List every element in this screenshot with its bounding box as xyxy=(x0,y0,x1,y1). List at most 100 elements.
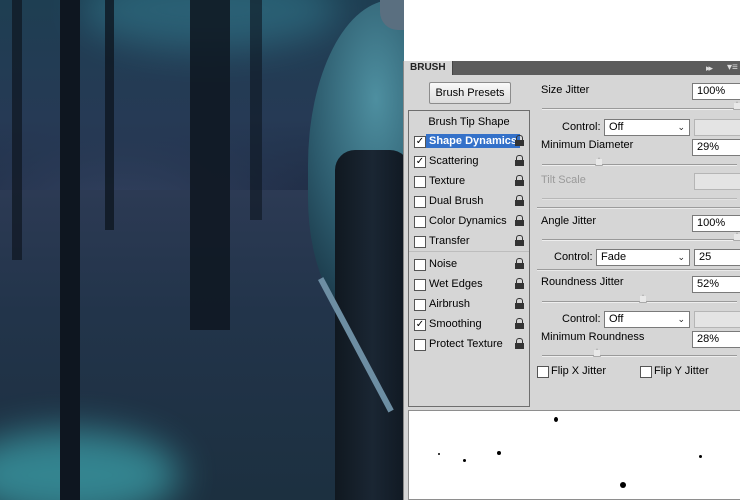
canvas-tree xyxy=(190,0,230,330)
lock-body xyxy=(515,240,524,246)
size-jitter-slider-thumb[interactable] xyxy=(733,101,740,110)
section-divider xyxy=(537,207,740,209)
lock-icon[interactable] xyxy=(515,155,524,166)
option-wet-edges[interactable]: Wet Edges xyxy=(409,274,529,294)
option-checkbox[interactable] xyxy=(414,216,426,228)
lock-icon[interactable] xyxy=(515,318,524,329)
roundness-control-value: Off xyxy=(609,313,624,325)
option-checkbox[interactable]: ✓ xyxy=(414,136,426,148)
collapse-panel-icon[interactable]: ▸▸ xyxy=(706,62,713,74)
option-label: Protect Texture xyxy=(429,338,503,350)
tilt-scale-slider-track xyxy=(542,198,737,200)
preview-brush-dot xyxy=(699,455,702,458)
panel-tab-bar: BRUSH ▸▸ ▾≡ xyxy=(404,61,740,75)
option-checkbox[interactable] xyxy=(414,259,426,271)
flip-x-jitter-label: Flip X Jitter xyxy=(551,365,607,377)
brush-stroke-preview xyxy=(408,410,740,500)
lock-body xyxy=(515,220,524,226)
option-airbrush[interactable]: Airbrush xyxy=(409,294,529,314)
tab-brush[interactable]: BRUSH xyxy=(404,61,453,75)
size-control-field xyxy=(694,119,740,136)
minimum-diameter-slider-thumb[interactable] xyxy=(594,157,603,166)
lock-icon[interactable] xyxy=(515,195,524,206)
chevron-down-icon: ⌄ xyxy=(677,252,685,262)
option-dual-brush[interactable]: Dual Brush xyxy=(409,191,529,211)
lock-icon[interactable] xyxy=(515,135,524,146)
angle-fade-steps[interactable]: 25 xyxy=(694,249,740,266)
option-checkbox[interactable] xyxy=(414,279,426,291)
lock-icon[interactable] xyxy=(515,258,524,269)
lock-icon[interactable] xyxy=(515,338,524,349)
panel-menu-icon[interactable]: ▾≡ xyxy=(727,62,738,74)
brush-panel: BRUSH ▸▸ ▾≡ Brush Presets Brush Tip Shap… xyxy=(403,61,740,500)
tilt-scale-value xyxy=(694,173,740,190)
document-canvas[interactable] xyxy=(0,0,404,500)
canvas-tree xyxy=(250,0,262,220)
option-checkbox[interactable]: ✓ xyxy=(414,319,426,331)
minimum-roundness-slider-track[interactable] xyxy=(542,355,737,357)
lock-body xyxy=(515,180,524,186)
section-divider xyxy=(537,269,740,271)
brush-options-list: Brush Tip Shape ✓ Shape Dynamics ✓ Scatteri… xyxy=(408,110,530,407)
minimum-diameter-label: Minimum Diameter xyxy=(541,139,634,151)
preview-brush-dot xyxy=(438,453,440,455)
lock-body xyxy=(515,343,524,349)
tilt-scale-label: Tilt Scale xyxy=(541,174,586,186)
option-shape-dynamics[interactable]: ✓ Shape Dynamics xyxy=(409,131,529,151)
angle-jitter-slider-thumb[interactable] xyxy=(733,232,740,241)
option-label: Airbrush xyxy=(429,298,470,310)
option-scattering[interactable]: ✓ Scattering xyxy=(409,151,529,171)
minimum-roundness-value[interactable]: 28% xyxy=(692,331,740,348)
minimum-roundness-slider-thumb[interactable] xyxy=(592,348,601,357)
flip-x-jitter-checkbox[interactable] xyxy=(537,366,549,378)
option-label: Wet Edges xyxy=(429,278,483,290)
brush-presets-button[interactable]: Brush Presets xyxy=(429,82,511,104)
angle-jitter-value[interactable]: 100% xyxy=(692,215,740,232)
size-control-select[interactable]: Off ⌄ xyxy=(604,119,690,136)
chevron-down-icon: ⌄ xyxy=(677,122,685,132)
minimum-diameter-slider-track[interactable] xyxy=(542,164,737,166)
option-transfer[interactable]: Transfer xyxy=(409,231,529,251)
roundness-jitter-value[interactable]: 52% xyxy=(692,276,740,293)
roundness-control-select[interactable]: Off ⌄ xyxy=(604,311,690,328)
option-checkbox[interactable]: ✓ xyxy=(414,156,426,168)
option-checkbox[interactable] xyxy=(414,299,426,311)
chevron-down-icon: ⌄ xyxy=(677,314,685,324)
list-divider xyxy=(409,251,529,252)
size-jitter-label: Size Jitter xyxy=(541,84,590,96)
option-label: Dual Brush xyxy=(429,195,484,207)
option-checkbox[interactable] xyxy=(414,196,426,208)
option-label: Shape Dynamics xyxy=(426,134,521,148)
lock-icon[interactable] xyxy=(515,215,524,226)
lock-icon[interactable] xyxy=(515,235,524,246)
lock-icon[interactable] xyxy=(515,298,524,309)
flip-y-jitter-checkbox[interactable] xyxy=(640,366,652,378)
angle-control-label: Control: xyxy=(554,251,593,263)
option-label: Texture xyxy=(429,175,466,187)
option-label: Noise xyxy=(429,258,458,270)
roundness-jitter-slider-thumb[interactable] xyxy=(639,294,648,303)
angle-jitter-slider-track[interactable] xyxy=(542,239,737,241)
size-control-label: Control: xyxy=(562,121,601,133)
size-control-value: Off xyxy=(609,121,624,133)
size-jitter-value[interactable]: 100% xyxy=(692,83,740,100)
option-texture[interactable]: Texture xyxy=(409,171,529,191)
minimum-diameter-value[interactable]: 29% xyxy=(692,139,740,156)
lock-icon[interactable] xyxy=(515,175,524,186)
lock-body xyxy=(515,323,524,329)
option-checkbox[interactable] xyxy=(414,236,426,248)
option-protect-texture[interactable]: Protect Texture xyxy=(409,334,529,354)
option-noise[interactable]: Noise xyxy=(409,254,529,274)
brush-tip-shape-item[interactable]: Brush Tip Shape xyxy=(409,113,529,131)
canvas-tree xyxy=(60,0,80,500)
option-checkbox[interactable] xyxy=(414,339,426,351)
option-color-dynamics[interactable]: Color Dynamics xyxy=(409,211,529,231)
option-checkbox[interactable] xyxy=(414,176,426,188)
option-label: Transfer xyxy=(429,235,470,247)
lock-icon[interactable] xyxy=(515,278,524,289)
option-smoothing[interactable]: ✓ Smoothing xyxy=(409,314,529,334)
preview-brush-dot xyxy=(497,451,501,455)
size-jitter-slider-track[interactable] xyxy=(542,108,737,110)
angle-control-select[interactable]: Fade ⌄ xyxy=(596,249,690,266)
angle-jitter-label: Angle Jitter xyxy=(541,215,597,227)
